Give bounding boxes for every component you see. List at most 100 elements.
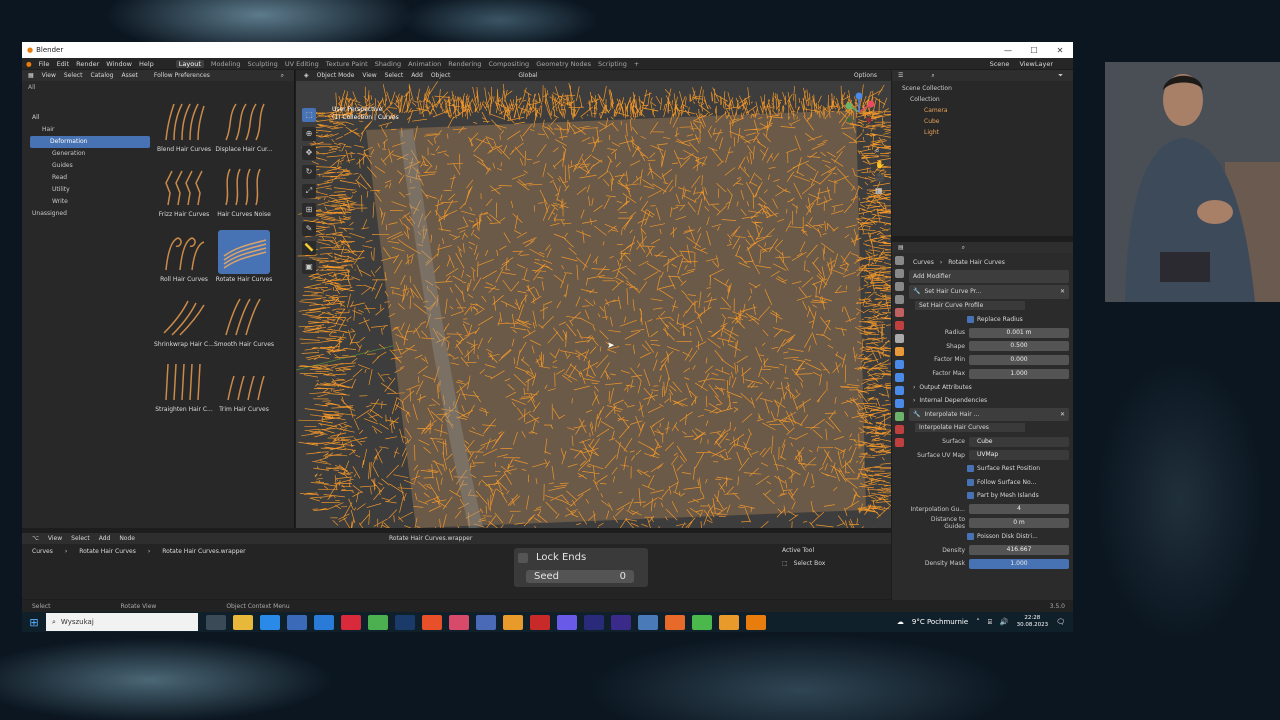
menu-select[interactable]: Select bbox=[64, 72, 83, 79]
tab-layout[interactable]: Layout bbox=[175, 59, 204, 68]
editor-type-icon[interactable]: ▤ bbox=[898, 244, 904, 251]
menu-add[interactable]: Add bbox=[99, 535, 111, 542]
outliner-scene-collection[interactable]: Scene Collection bbox=[892, 83, 1073, 94]
object-tab-icon[interactable] bbox=[894, 347, 904, 356]
menu-asset[interactable]: Asset bbox=[121, 72, 137, 79]
app-icon[interactable] bbox=[449, 614, 469, 630]
store-icon[interactable] bbox=[287, 614, 307, 630]
tab-scripting[interactable]: Scripting bbox=[598, 60, 627, 68]
outliner-collection[interactable]: Collection bbox=[892, 94, 1073, 105]
orientation-selector[interactable]: Global bbox=[518, 72, 537, 79]
cursor-tool-icon[interactable]: ⊕ bbox=[302, 127, 316, 141]
asset-tile[interactable]: Smooth Hair Curves bbox=[214, 295, 274, 354]
checkbox-row[interactable]: Part by Mesh Islands bbox=[909, 489, 1069, 503]
rotate-tool-icon[interactable]: ↻ bbox=[302, 165, 316, 179]
group-input-node[interactable]: Lock Ends Seed 0 bbox=[514, 548, 648, 587]
annotate-tool-icon[interactable]: ✎ bbox=[302, 222, 316, 236]
search-icon[interactable]: ⌕ bbox=[281, 72, 284, 80]
network-icon[interactable]: ⌸ bbox=[988, 618, 992, 627]
chrome-icon[interactable] bbox=[368, 614, 388, 630]
tab-sculpting[interactable]: Sculpting bbox=[247, 60, 277, 68]
node-group-selector[interactable]: Interpolate Hair Curves bbox=[909, 421, 1069, 435]
add-cube-tool-icon[interactable]: ▣ bbox=[302, 260, 316, 274]
view-layer-tab-icon[interactable] bbox=[894, 295, 904, 304]
menu-view[interactable]: View bbox=[48, 535, 62, 542]
transform-tool-icon[interactable]: ⊞ bbox=[302, 203, 316, 217]
add-workspace-button[interactable]: + bbox=[634, 60, 639, 68]
tab-rendering[interactable]: Rendering bbox=[448, 60, 481, 68]
modifier-tab-icon[interactable] bbox=[894, 360, 904, 369]
select-box-tool[interactable]: ⬚ Select Box bbox=[782, 560, 882, 567]
asset-filter[interactable]: All bbox=[22, 81, 294, 93]
blender-taskbar-icon[interactable] bbox=[746, 614, 766, 630]
outliner-cube[interactable]: Cube bbox=[892, 116, 1073, 127]
catalog-item-utility[interactable]: Utility bbox=[22, 184, 150, 196]
editor-type-icon[interactable]: ▦ bbox=[28, 72, 34, 79]
pan-icon[interactable]: ✋ bbox=[875, 160, 885, 169]
tab-texture-paint[interactable]: Texture Paint bbox=[326, 60, 368, 68]
menu-edit[interactable]: Edit bbox=[57, 60, 70, 68]
catalog-item-deformation[interactable]: Deformation bbox=[30, 136, 150, 148]
world-tab-icon[interactable] bbox=[894, 321, 904, 330]
file-explorer-icon[interactable] bbox=[233, 614, 253, 630]
editor-type-icon[interactable]: ◈ bbox=[304, 72, 309, 79]
tab-uv-editing[interactable]: UV Editing bbox=[285, 60, 319, 68]
blender-menu-icon[interactable]: ● bbox=[26, 60, 32, 68]
view-layer-selector[interactable]: ViewLayer bbox=[1019, 60, 1053, 68]
task-view-icon[interactable] bbox=[206, 614, 226, 630]
texture-tab-icon[interactable] bbox=[894, 438, 904, 447]
asset-tile-selected[interactable]: Rotate Hair Curves bbox=[214, 230, 274, 289]
interpolation-guides-field[interactable]: 4 bbox=[969, 504, 1069, 515]
menu-render[interactable]: Render bbox=[76, 60, 99, 68]
tray-chevron-icon[interactable]: ˄ bbox=[976, 618, 980, 626]
tab-shading[interactable]: Shading bbox=[375, 60, 401, 68]
taskbar-search[interactable]: ⌕ Wyszukaj bbox=[46, 613, 198, 631]
filter-dropdown[interactable]: All bbox=[28, 84, 35, 91]
menu-add[interactable]: Add bbox=[411, 72, 423, 79]
volume-icon[interactable]: 🔊 bbox=[1000, 618, 1009, 626]
factor-min-field[interactable]: 0.000 bbox=[969, 354, 1069, 365]
tab-compositing[interactable]: Compositing bbox=[488, 60, 529, 68]
catalog-item-read[interactable]: Read bbox=[22, 172, 150, 184]
app-icon[interactable] bbox=[665, 614, 685, 630]
app-icon[interactable] bbox=[584, 614, 604, 630]
follow-surface-normal-checkbox[interactable] bbox=[967, 478, 974, 486]
menu-file[interactable]: File bbox=[39, 60, 50, 68]
search-icon[interactable]: ⌕ bbox=[962, 244, 965, 252]
catalog-item-guides[interactable]: Guides bbox=[22, 160, 150, 172]
outliner-camera[interactable]: Camera bbox=[892, 105, 1073, 116]
checkbox-row[interactable]: Surface Rest Position bbox=[909, 462, 1069, 476]
menu-view[interactable]: View bbox=[42, 72, 56, 79]
asset-tile[interactable]: Straighten Hair C... bbox=[154, 360, 214, 419]
output-attributes-panel[interactable]: › Output Attributes bbox=[909, 380, 1069, 394]
particles-tab-icon[interactable] bbox=[894, 373, 904, 382]
constraints-tab-icon[interactable] bbox=[894, 399, 904, 408]
asset-tile[interactable]: Roll Hair Curves bbox=[154, 230, 214, 289]
asset-tile[interactable]: Shrinkwrap Hair C... bbox=[154, 295, 214, 354]
asset-tile[interactable]: Blend Hair Curves bbox=[154, 100, 214, 159]
modifier-panel-header[interactable]: 🔧 Interpolate Hair ... ✕ bbox=[909, 407, 1069, 422]
app-icon[interactable] bbox=[557, 614, 577, 630]
app-icon[interactable] bbox=[503, 614, 523, 630]
density-field[interactable]: 416.667 bbox=[969, 545, 1069, 556]
seed-field[interactable]: Seed 0 bbox=[526, 570, 634, 583]
tab-geometry-nodes[interactable]: Geometry Nodes bbox=[536, 60, 591, 68]
modifier-panel-header[interactable]: 🔧 Set Hair Curve Pr... ✕ bbox=[909, 285, 1069, 299]
uvmap-field[interactable]: UVMap bbox=[969, 450, 1069, 461]
catalog-item-write[interactable]: Write bbox=[22, 196, 150, 208]
asset-tile[interactable]: Displace Hair Cur... bbox=[214, 100, 274, 159]
app-icon[interactable] bbox=[692, 614, 712, 630]
checkbox-row[interactable]: Follow Surface No... bbox=[909, 476, 1069, 490]
outliner-light[interactable]: Light bbox=[892, 127, 1073, 138]
collection-tab-icon[interactable] bbox=[894, 334, 904, 343]
mail-icon[interactable] bbox=[314, 614, 334, 630]
replace-radius-checkbox[interactable] bbox=[967, 315, 974, 323]
tab-modeling[interactable]: Modeling bbox=[211, 60, 241, 68]
app-icon[interactable] bbox=[476, 614, 496, 630]
node-group-selector[interactable]: Rotate Hair Curves.wrapper bbox=[389, 535, 472, 542]
node-editor[interactable]: ⌥ View Select Add Node Rotate Hair Curve… bbox=[22, 533, 891, 599]
maximize-button[interactable]: ☐ bbox=[1021, 46, 1047, 55]
notification-icon[interactable]: 🗨 bbox=[1056, 618, 1065, 626]
photoshop-icon[interactable] bbox=[395, 614, 415, 630]
internal-dependencies-panel[interactable]: › Internal Dependencies bbox=[909, 394, 1069, 408]
